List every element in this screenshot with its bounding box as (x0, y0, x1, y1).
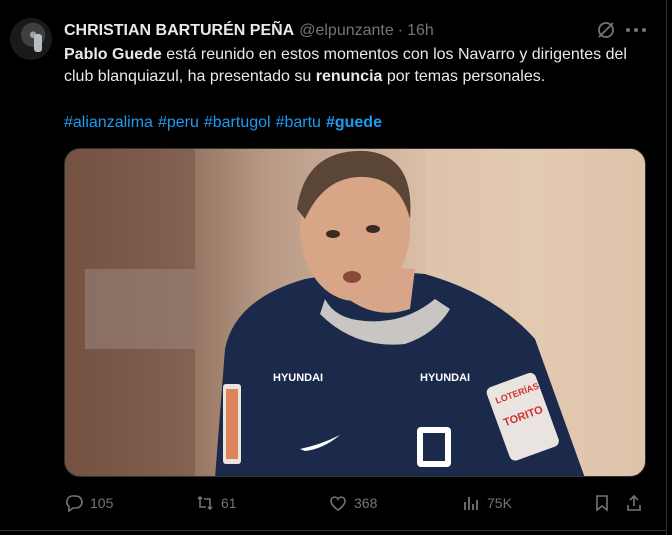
views-button[interactable]: 75K (461, 490, 512, 516)
repost-icon (197, 495, 213, 511)
bookmark-icon (596, 495, 608, 512)
jersey-sponsor-right: HYUNDAI (420, 372, 470, 384)
repost-count: 61 (221, 495, 237, 511)
grok-icon[interactable] (596, 20, 616, 40)
reply-button[interactable]: 105 (64, 490, 113, 516)
hashtag-link[interactable]: #bartu (276, 114, 321, 131)
tweet-actions: 105 61 368 75K (64, 490, 646, 516)
hashtag-link[interactable]: #peru (158, 114, 199, 131)
like-button[interactable]: 368 (328, 490, 377, 516)
tweet-card[interactable]: CHRISTIAN BARTURÉN PEÑA @elpunzante · 16… (0, 0, 667, 535)
bold-renuncia: renuncia (315, 68, 383, 85)
avatar[interactable] (10, 18, 52, 60)
repost-button[interactable]: 61 (195, 490, 237, 516)
tweet-time[interactable]: 16h (407, 22, 434, 40)
bookmark-button[interactable] (592, 490, 612, 516)
separator-dot: · (397, 22, 404, 39)
like-count: 368 (354, 495, 378, 511)
views-chart-icon (464, 497, 478, 510)
author-name[interactable]: CHRISTIAN BARTURÉN PEÑA (64, 22, 294, 40)
tweet-text: Pablo Guede está reunido en estos moment… (64, 44, 654, 88)
text-part-2: por temas personales. (382, 68, 546, 85)
hashtag-link[interactable]: #alianzalima (64, 114, 153, 131)
bold-name: Pablo Guede (64, 46, 162, 63)
share-button[interactable] (624, 490, 644, 516)
tweet-photo[interactable]: HYUNDAI HYUNDAI LOTERÍAS TORITO (64, 148, 646, 477)
reply-count: 105 (90, 495, 114, 511)
reply-icon (66, 495, 83, 513)
hashtag-link[interactable]: #bartugol (204, 114, 271, 131)
divider (0, 530, 667, 531)
heart-icon (330, 496, 346, 511)
share-icon (627, 494, 641, 511)
author-handle[interactable]: @elpunzante (299, 22, 394, 40)
photo-illustration: HYUNDAI HYUNDAI LOTERÍAS TORITO (65, 149, 645, 476)
views-count: 75K (487, 495, 512, 511)
tweet-header: CHRISTIAN BARTURÉN PEÑA @elpunzante · 16… (64, 20, 434, 42)
jersey-sponsor-left: HYUNDAI (273, 372, 323, 384)
more-options-icon[interactable] (626, 22, 646, 38)
hashtags: #alianzalima #peru #bartugol #bartu #guede (64, 112, 387, 134)
hashtag-link[interactable]: #guede (326, 114, 382, 131)
